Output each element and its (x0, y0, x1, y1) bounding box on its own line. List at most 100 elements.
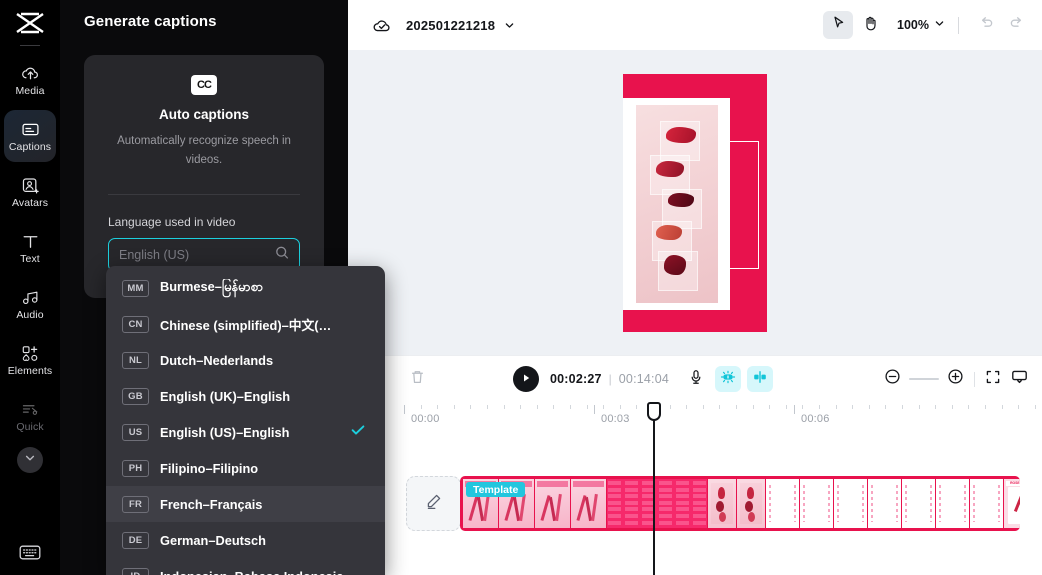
language-option[interactable]: CN Chinese (simplified)–中文(… (106, 306, 385, 342)
language-option[interactable]: GB English (UK)–English (106, 378, 385, 414)
language-dropdown-list[interactable]: MM Burmese–မြန်မာစာ CN Chinese (simplified)… (106, 266, 385, 575)
capcut-logo-icon[interactable] (11, 9, 49, 39)
capcut-editor-window: Media Captions Avatars Text Audio Elemen… (0, 0, 1042, 575)
ruler-tick (487, 405, 488, 409)
video-preview-area[interactable] (348, 50, 1042, 355)
timeline-clip-thumbnail[interactable] (607, 479, 707, 528)
ruler-tick (586, 405, 588, 409)
sidebar-item-elements[interactable]: Elements (4, 334, 56, 386)
ruler-tick (769, 405, 771, 409)
audio-split-button[interactable] (747, 366, 774, 392)
card-divider (108, 193, 300, 195)
ruler-tick (686, 405, 688, 409)
current-time: 00:02:27 (550, 372, 602, 386)
timeline-clip-thumbnail[interactable]: ROSE CHIN (1004, 479, 1020, 528)
ruler-tick (835, 405, 837, 409)
language-option[interactable]: FR French–Français (106, 486, 385, 522)
timeline-clip-thumbnail[interactable] (571, 479, 606, 528)
toolbar-divider (958, 16, 959, 34)
sidebar-item-avatars[interactable]: Avatars (4, 166, 56, 218)
language-option[interactable]: MM Burmese–မြန်မာစာ (106, 270, 385, 306)
ruler-tick (802, 405, 804, 409)
select-tool-button[interactable] (823, 11, 854, 39)
fullscreen-button[interactable] (985, 369, 1001, 390)
zoom-in-button[interactable] (947, 368, 964, 390)
undo-button[interactable] (972, 11, 1000, 39)
sidebar-item-quick[interactable]: Quick (4, 390, 56, 442)
ruler-major-tick (594, 405, 595, 414)
ruler-time-label: 00:06 (801, 413, 830, 425)
language-option[interactable]: US English (US)–English (106, 414, 385, 450)
rail-divider (20, 45, 40, 46)
timeline-clip-thumbnail[interactable] (970, 479, 1003, 528)
language-option-label: Filipino–Filipino (160, 460, 259, 476)
video-track[interactable]: ROSE CHINROSE CHINROSE CHINROSE CHIN (460, 476, 1020, 531)
hand-tool-button[interactable] (855, 11, 885, 39)
monitor-preview-button[interactable] (1011, 369, 1028, 390)
ruler-tick (603, 405, 605, 409)
keyboard-shortcuts-button[interactable] (18, 545, 42, 565)
timeline-ruler[interactable]: 00:00 00:03 00:06 (348, 402, 1042, 430)
play-triangle-icon (522, 370, 531, 388)
template-badge: Template (466, 482, 526, 497)
rail-expand-button[interactable] (17, 447, 43, 473)
sidebar-item-media[interactable]: Media (4, 54, 56, 106)
timeline-clip-thumbnail[interactable] (766, 479, 799, 528)
timeline-clip-thumbnail[interactable] (708, 479, 736, 528)
timeline-clip-thumbnail[interactable] (936, 479, 969, 528)
music-note-icon (20, 287, 40, 307)
timeline-clip-thumbnail[interactable] (535, 479, 570, 528)
timeline-area[interactable]: 00:00 00:03 00:06 ROSE CHINROSE CHINROSE C… (348, 402, 1042, 575)
playhead-handle[interactable] (647, 402, 661, 421)
ruler-tick (437, 405, 439, 409)
timeline-clip-thumbnail[interactable] (868, 479, 901, 528)
top-toolbar: 202501221218 100% (348, 0, 1042, 50)
language-code-badge: NL (122, 351, 149, 369)
toolbar-divider (974, 371, 975, 387)
zoom-out-button[interactable] (884, 368, 901, 390)
redo-button[interactable] (1002, 11, 1030, 39)
language-option[interactable]: ID Indonesian–Bahasa Indonesia (106, 558, 385, 575)
search-icon[interactable] (275, 245, 289, 264)
ruler-tick (968, 405, 970, 409)
playback-toolbar: 00:02:27 | 00:14:04 (348, 355, 1042, 402)
timeline-clip-thumbnail[interactable] (834, 479, 867, 528)
time-separator: | (608, 372, 612, 386)
sidebar-item-captions[interactable]: Captions (4, 110, 56, 162)
ruler-tick (702, 405, 704, 409)
ruler-tick (985, 405, 986, 409)
delete-button[interactable] (410, 369, 425, 390)
lipstick-photo (636, 104, 718, 303)
ruler-tick (619, 405, 621, 409)
zoom-level-selector[interactable]: 100% (897, 16, 945, 34)
sidebar-item-audio[interactable]: Audio (4, 278, 56, 330)
timeline-clip-thumbnail[interactable] (800, 479, 833, 528)
ruler-major-tick (404, 405, 405, 414)
cursor-arrow-icon (831, 15, 846, 35)
ruler-tick (453, 405, 455, 409)
timeline-zoom-controls (884, 368, 1042, 390)
language-option[interactable]: PH Filipino–Filipino (106, 450, 385, 486)
play-button[interactable] (513, 366, 539, 392)
sidebar-item-text[interactable]: Text (4, 222, 56, 274)
playhead[interactable] (647, 402, 661, 575)
noise-reduction-button[interactable] (715, 366, 742, 392)
language-option[interactable]: DE German–Deutsch (106, 522, 385, 558)
ruler-tick (752, 405, 754, 409)
ruler-tick (669, 405, 671, 409)
edit-track-button[interactable] (406, 476, 461, 531)
zoom-slider[interactable] (909, 378, 939, 380)
timeline-clip-thumbnail[interactable] (737, 479, 765, 528)
trash-icon (410, 370, 425, 389)
project-name[interactable]: 202501221218 (406, 18, 495, 33)
chevron-down-icon[interactable] (504, 20, 515, 31)
pencil-edit-icon (424, 492, 443, 516)
language-option[interactable]: NL Dutch–Nederlands (106, 342, 385, 378)
cloud-sync-icon[interactable] (372, 17, 392, 34)
microphone-button[interactable] (683, 366, 709, 392)
timeline-clip-thumbnail[interactable] (902, 479, 935, 528)
ruler-tick (520, 405, 522, 409)
ruler-tick (885, 405, 887, 409)
elements-icon (20, 343, 40, 363)
language-code-badge: PH (122, 459, 149, 477)
